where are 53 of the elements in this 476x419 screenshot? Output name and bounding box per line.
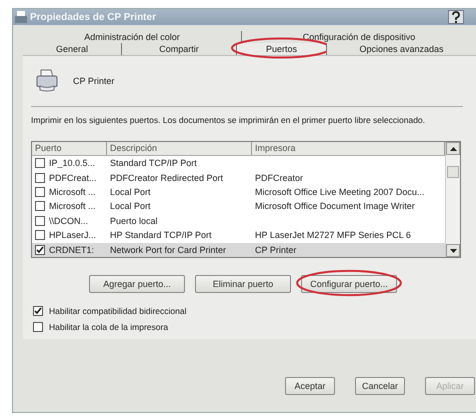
port-description: HP Standard TCP/IP Port xyxy=(109,230,213,240)
port-row[interactable]: IP_10.0.5... Standard TCP/IP Port xyxy=(32,156,445,170)
port-button[interactable]: Configurar puerto... xyxy=(301,275,397,293)
help-icon[interactable] xyxy=(448,10,464,24)
checkbox[interactable] xyxy=(35,201,45,212)
port-row[interactable]: \\DCON... Puerto local xyxy=(32,214,445,228)
printer-cell-text: Microsoft Office Live Meeting 2007 Docu... xyxy=(254,187,426,198)
port-button[interactable]: Eliminar puerto xyxy=(195,275,291,293)
port-description: PDFCreator Redirected Port xyxy=(109,172,224,183)
port-name: Microsoft ... xyxy=(49,201,96,212)
scrollbar[interactable] xyxy=(445,142,460,257)
checkbox[interactable] xyxy=(33,322,43,332)
column-header[interactable]: Puerto xyxy=(32,142,107,155)
port-row[interactable]: PDFCreat... PDFCreator Redirected Port PDFCreator xyxy=(32,170,445,185)
port-row[interactable]: Microsoft ... Local Port Microsoft Office Live Meeting 2007 Docu... xyxy=(32,184,445,200)
printer-name: CP Printer xyxy=(73,76,114,86)
checkbox[interactable] xyxy=(35,216,45,226)
port-name: Microsoft ... xyxy=(49,187,96,198)
port-description: Local Port xyxy=(109,201,152,212)
checkbox[interactable] xyxy=(35,158,45,168)
port-name: IP_10.0.5... xyxy=(49,158,96,168)
checkbox[interactable] xyxy=(35,187,45,198)
instructions-text: Imprimir en los siguientes puertos. Los documentos se imprimirán en el primer puerto libre seleccionado. xyxy=(31,115,426,125)
port-row[interactable]: Microsoft ... Local Port Microsoft Office Document Image Writer xyxy=(32,199,445,214)
port-description: Standard TCP/IP Port xyxy=(109,158,198,168)
column-header[interactable]: Descripción xyxy=(107,142,252,155)
checkbox[interactable] xyxy=(35,230,45,240)
checkbox[interactable] xyxy=(35,172,45,183)
port-description: Local Port xyxy=(109,187,152,198)
port-description: Puerto local xyxy=(109,216,159,226)
printer-cell-text: CP Printer xyxy=(254,244,298,255)
printer-cell-text: HP LaserJet M2727 MFP Series PCL 6 xyxy=(254,230,412,240)
dialog-button[interactable]: Cancelar xyxy=(355,377,405,395)
port-row[interactable]: CRDNET1: Network Port for Card Printer CP Printer xyxy=(32,242,445,257)
checkbox[interactable] xyxy=(33,306,43,316)
option-label: Habilitar compatibilidad bidireccional xyxy=(49,306,186,316)
checkbox[interactable] xyxy=(35,244,45,255)
port-row[interactable]: HPLaserJ... HP Standard TCP/IP Port HP LaserJet M2727 MFP Series PCL 6 xyxy=(32,228,445,243)
port-button[interactable]: Agregar puerto... xyxy=(89,275,185,293)
port-name: CRDNET1: xyxy=(49,244,94,255)
scroll-down-icon[interactable] xyxy=(446,244,460,257)
dialog-button[interactable]: Aceptar xyxy=(285,377,335,395)
scroll-up-icon[interactable] xyxy=(446,142,460,155)
port-name: PDFCreat... xyxy=(49,172,97,183)
window-title: Propiedades de CP Printer xyxy=(30,12,157,22)
printer-cell-text: PDFCreator xyxy=(254,172,304,183)
port-description: Network Port for Card Printer xyxy=(109,244,228,255)
scroll-thumb[interactable] xyxy=(447,166,459,178)
option-label: Habilitar la cola de la impresora xyxy=(49,322,168,332)
tab[interactable]: Puertos xyxy=(236,43,326,55)
port-name: HPLaserJ... xyxy=(49,230,96,240)
printer-cell-text: Microsoft Office Document Image Writer xyxy=(254,201,416,212)
port-name: \\DCON... xyxy=(49,216,88,226)
